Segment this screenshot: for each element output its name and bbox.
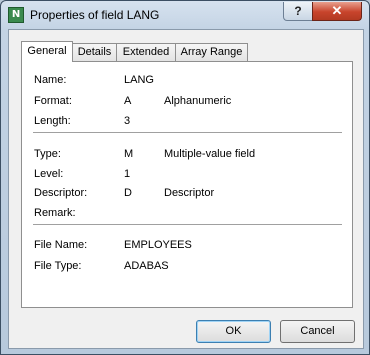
app-icon: N bbox=[8, 7, 24, 23]
file-type-label: File Type: bbox=[34, 260, 82, 272]
name-label: Name: bbox=[34, 74, 67, 86]
file-type-value: ADABAS bbox=[124, 260, 169, 272]
file-name-label: File Name: bbox=[34, 239, 88, 251]
window-title: Properties of field LANG bbox=[30, 8, 160, 22]
tab-extended[interactable]: Extended bbox=[116, 43, 176, 61]
title-bar[interactable]: N Properties of field LANG ? ✕ bbox=[1, 1, 369, 29]
ok-button[interactable]: OK bbox=[196, 320, 271, 343]
format-description: Alphanumeric bbox=[164, 95, 232, 107]
properties-dialog: N Properties of field LANG ? ✕ General D… bbox=[0, 0, 370, 355]
cancel-button[interactable]: Cancel bbox=[280, 320, 355, 343]
close-button[interactable]: ✕ bbox=[312, 2, 362, 21]
type-description: Multiple-value field bbox=[164, 148, 256, 160]
descriptor-value: D bbox=[124, 187, 132, 199]
general-tab-panel: Name: LANG Format: A Alphanumeric Length… bbox=[21, 61, 353, 308]
format-value: A bbox=[124, 95, 132, 107]
type-value: M bbox=[124, 148, 134, 160]
level-label: Level: bbox=[34, 168, 64, 180]
type-label: Type: bbox=[34, 148, 61, 160]
separator bbox=[33, 224, 342, 225]
tab-details[interactable]: Details bbox=[72, 43, 117, 61]
length-value: 3 bbox=[124, 115, 131, 127]
separator bbox=[33, 132, 342, 133]
length-label: Length: bbox=[34, 115, 71, 127]
tab-general[interactable]: General bbox=[21, 41, 73, 62]
descriptor-description: Descriptor bbox=[164, 187, 215, 199]
level-value: 1 bbox=[124, 168, 131, 180]
remark-label: Remark: bbox=[34, 207, 76, 219]
help-button[interactable]: ? bbox=[283, 2, 313, 21]
format-label: Format: bbox=[34, 95, 72, 107]
tab-array-range[interactable]: Array Range bbox=[175, 43, 248, 61]
name-value: LANG bbox=[124, 74, 154, 86]
dialog-client-area: General Details Extended Array Range Nam… bbox=[8, 29, 364, 349]
descriptor-label: Descriptor: bbox=[34, 187, 88, 199]
file-name-value: EMPLOYEES bbox=[124, 239, 192, 251]
